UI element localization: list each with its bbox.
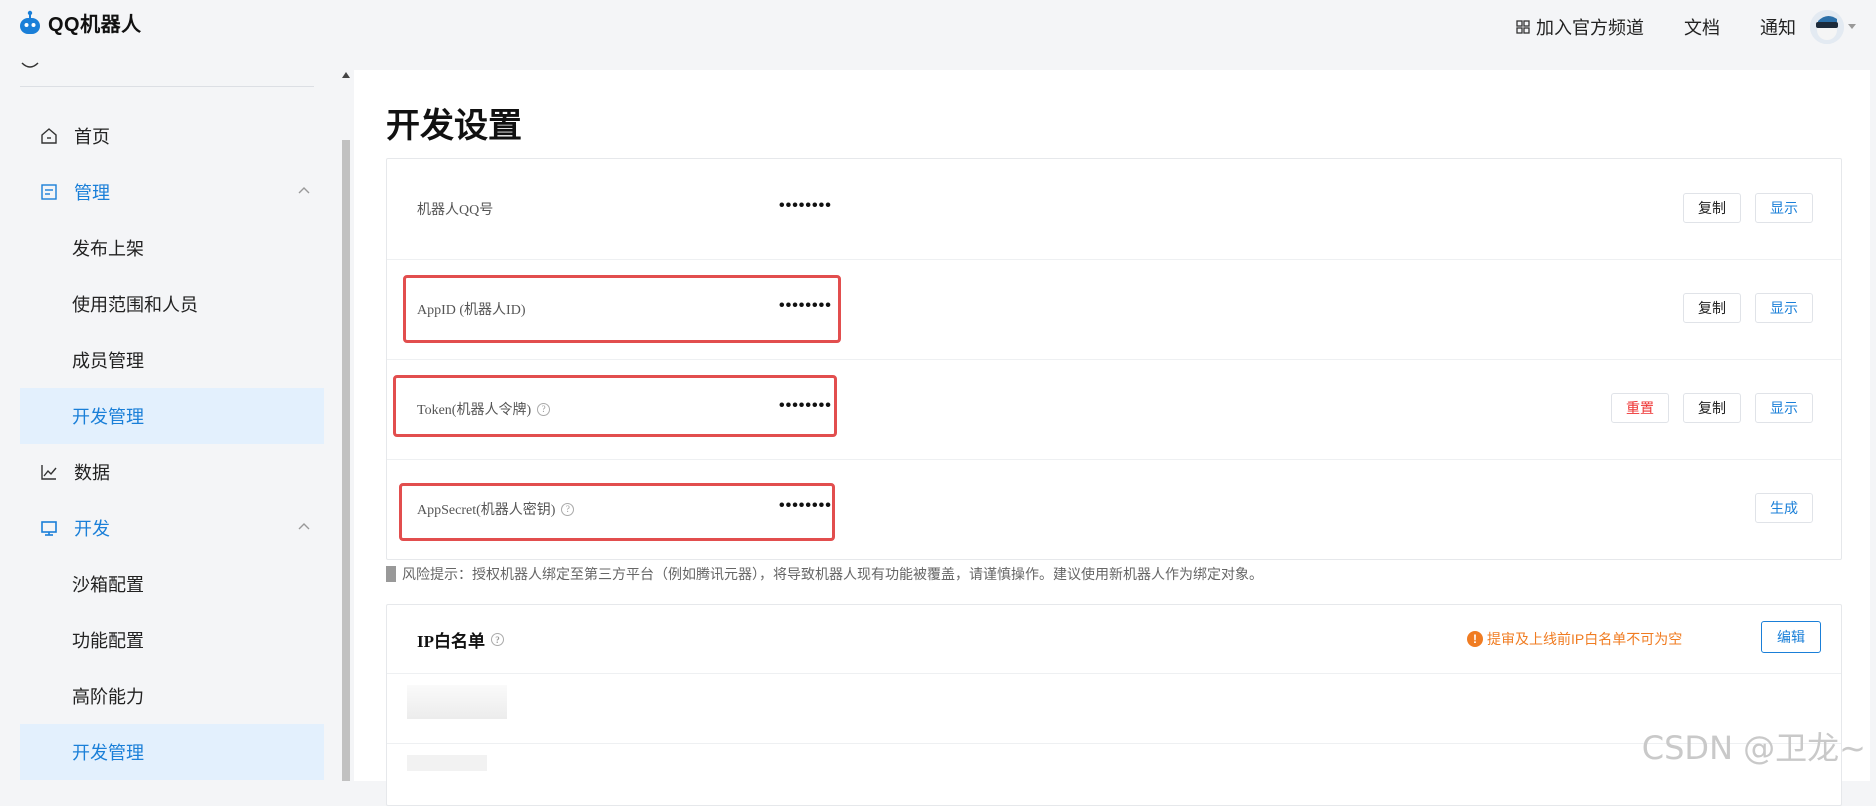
chevron-up-icon: [298, 187, 310, 194]
sidebar-item-label: 发布上架: [72, 239, 144, 259]
settings-icon: [20, 58, 40, 76]
ip-whitelist-card: IP白名单 ? ! 提审及上线前IP白名单不可为空 编辑: [386, 604, 1842, 806]
risk-marker: [386, 566, 396, 582]
highlight-box: [403, 275, 841, 343]
avatar: [1810, 10, 1844, 44]
divider: [20, 86, 314, 87]
sidebar-item-label: 开发管理: [72, 407, 144, 427]
chevron-up-icon: [298, 523, 310, 530]
notify-link[interactable]: 通知: [1760, 14, 1796, 40]
main-content: 开发设置 机器人QQ号 •••••••• 复制 显示 AppID (机器人ID)…: [354, 70, 1870, 806]
sidebar-item-scope[interactable]: 使用范围和人员: [20, 276, 324, 332]
row-value: ••••••••: [779, 197, 832, 214]
copy-button[interactable]: 复制: [1683, 193, 1741, 223]
sidebar-item-dev-manage-2[interactable]: 开发管理: [20, 724, 324, 780]
sidebar-item-label: 高阶能力: [72, 687, 144, 707]
sidebar-item-publish[interactable]: 发布上架: [20, 220, 324, 276]
scroll-up-arrow[interactable]: [342, 72, 350, 78]
sidebar-item-label: 数据: [74, 463, 110, 483]
divider: [387, 673, 1841, 674]
page-scrollbar[interactable]: [1870, 70, 1876, 781]
sidebar-item-advanced[interactable]: 高阶能力: [20, 668, 324, 724]
copy-button[interactable]: 复制: [1683, 293, 1741, 323]
ip-entry-redacted: [407, 685, 507, 719]
scrollbar-thumb[interactable]: [342, 140, 350, 781]
sidebar-item-data[interactable]: 数据: [20, 444, 324, 500]
robot-logo-icon: [20, 10, 40, 34]
show-button[interactable]: 显示: [1755, 293, 1813, 323]
sidebar-item-label: 使用范围和人员: [72, 295, 198, 315]
docs-label: 文档: [1684, 18, 1720, 38]
sidebar-item-label: 首页: [74, 127, 110, 147]
sidebar-item-label: 沙箱配置: [72, 575, 144, 595]
copy-button[interactable]: 复制: [1683, 393, 1741, 423]
ip-warning: ! 提审及上线前IP白名单不可为空: [1467, 629, 1682, 649]
docs-link[interactable]: 文档: [1684, 14, 1720, 40]
risk-text: 风险提示：授权机器人绑定至第三方平台（例如腾讯元器），将导致机器人现有功能被覆盖…: [402, 566, 1263, 582]
grid-icon: [1516, 20, 1530, 34]
sidebar-item-features[interactable]: 功能配置: [20, 612, 324, 668]
sidebar-menu: 首页 管理 发布上架 使用范围和人员 成员管理 开发管理 数据 开发 沙箱配置: [20, 108, 324, 780]
sidebar-item-members[interactable]: 成员管理: [20, 332, 324, 388]
monitor-icon: [38, 517, 60, 539]
sidebar-item-home[interactable]: 首页: [20, 108, 324, 164]
sidebar-item-develop[interactable]: 开发: [20, 500, 324, 556]
generate-button[interactable]: 生成: [1755, 493, 1813, 523]
sidebar-item-label: 开发: [74, 519, 110, 539]
join-channel-link[interactable]: 加入官方频道: [1516, 14, 1644, 40]
sidebar-item-dev-manage[interactable]: 开发管理: [20, 388, 324, 444]
ip-warning-text: 提审及上线前IP白名单不可为空: [1487, 631, 1683, 647]
sidebar-item-label: 管理: [74, 183, 110, 203]
highlight-box: [399, 483, 835, 541]
page-title: 开发设置: [386, 107, 522, 145]
risk-notice: 风险提示：授权机器人绑定至第三方平台（例如腾讯元器），将导致机器人现有功能被覆盖…: [386, 564, 1263, 584]
reset-button[interactable]: 重置: [1611, 393, 1669, 423]
app-name: QQ机器人: [48, 14, 142, 36]
sidebar-item-label: 开发管理: [72, 743, 144, 763]
show-button[interactable]: 显示: [1755, 193, 1813, 223]
top-nav: 加入官方频道 文档 通知: [1516, 14, 1796, 40]
credentials-card: 机器人QQ号 •••••••• 复制 显示 AppID (机器人ID) ••••…: [386, 158, 1842, 560]
divider: [387, 743, 1841, 744]
watermark: CSDN @卫龙~: [1641, 729, 1866, 767]
sidebar-item-manage[interactable]: 管理: [20, 164, 324, 220]
document-icon: [38, 181, 60, 203]
chevron-down-icon: [1848, 24, 1856, 29]
ip-whitelist-title: IP白名单 ?: [417, 627, 504, 652]
sidebar-item-label: 成员管理: [72, 351, 144, 371]
app-logo[interactable]: QQ机器人: [18, 8, 142, 37]
sidebar-item-sandbox[interactable]: 沙箱配置: [20, 556, 324, 612]
edit-button[interactable]: 编辑: [1761, 621, 1821, 653]
sidebar: 首页 管理 发布上架 使用范围和人员 成员管理 开发管理 数据 开发 沙箱配置: [0, 54, 340, 781]
home-icon: [38, 125, 60, 147]
top-bar: QQ机器人 加入官方频道 文档 通知: [0, 0, 1876, 54]
help-icon[interactable]: ?: [491, 633, 504, 646]
highlight-box: [393, 375, 837, 437]
ip-entry-redacted: [407, 755, 487, 771]
line-chart-icon: [38, 461, 60, 483]
join-channel-label: 加入官方频道: [1536, 18, 1644, 38]
warning-icon: !: [1467, 631, 1483, 647]
row-qq-number: 机器人QQ号 •••••••• 复制 显示: [387, 159, 1841, 260]
row-label: 机器人QQ号: [417, 203, 494, 218]
user-menu[interactable]: [1810, 10, 1856, 44]
sidebar-item-label: 功能配置: [72, 631, 144, 651]
show-button[interactable]: 显示: [1755, 393, 1813, 423]
notify-label: 通知: [1760, 18, 1796, 38]
